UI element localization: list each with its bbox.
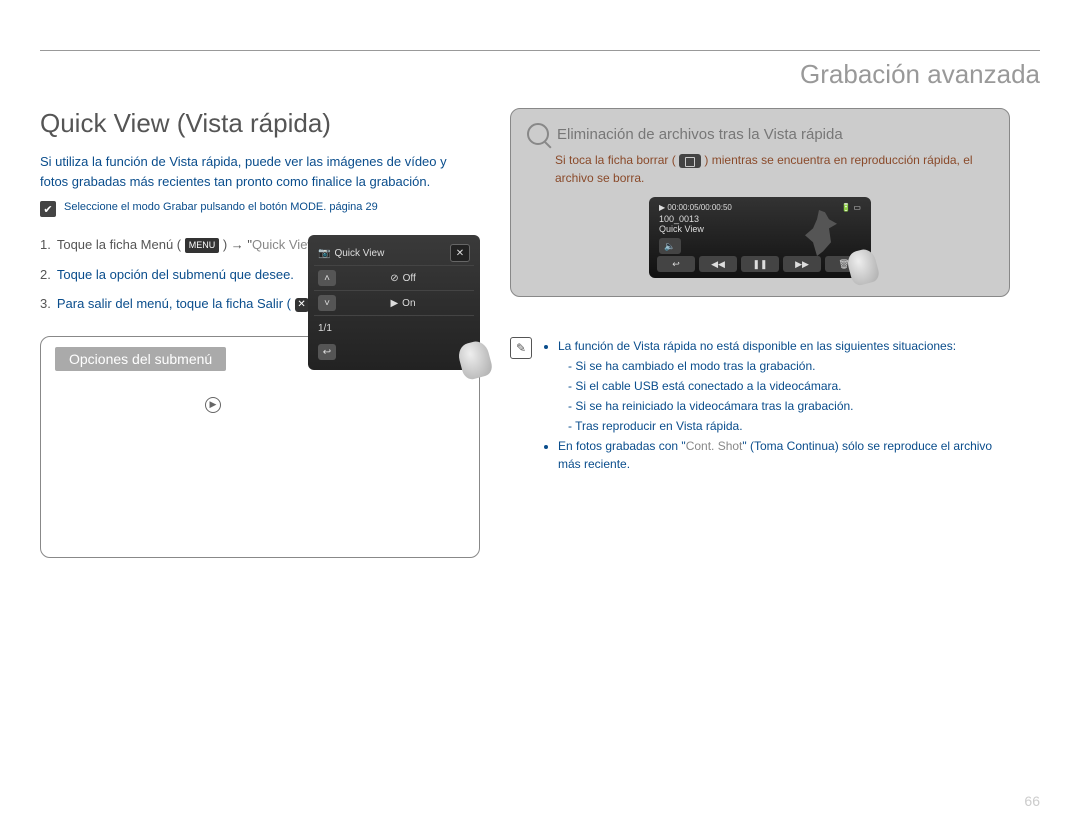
down-arrow-icon: ˅	[318, 295, 336, 311]
note-sub: Si se ha cambiado el modo tras la grabac…	[568, 357, 1010, 375]
page-title: Quick View (Vista rápida)	[40, 108, 470, 139]
header-rule: Grabación avanzada	[40, 50, 1040, 90]
mode-note: ✔ Seleccione el modo Grabar pulsando el …	[40, 201, 470, 217]
rewind-icon: ◀◀	[699, 256, 737, 272]
submenu-options-title: Opciones del submenú	[55, 347, 226, 371]
lcd-on-label: On	[402, 298, 415, 309]
info-box-body: Si toca la ficha borrar ( ) mientras se …	[555, 151, 993, 187]
lcd-menu-screenshot: 📷 Quick View ✕ ˄ ⊘ Off ˅ ▶ On 1/1	[308, 235, 480, 370]
lcd-time: 00:00:05/00:00:50	[667, 203, 732, 212]
lcd-back-icon: ↩	[318, 344, 336, 360]
camera-icon: 📷	[318, 248, 330, 259]
off-icon: ⊘	[390, 273, 398, 284]
mode-note-text: Seleccione el modo Grabar pulsando el bo…	[64, 201, 378, 213]
delete-info-box: Eliminación de archivos tras la Vista rá…	[510, 108, 1010, 297]
hand-pointer-icon	[845, 247, 881, 287]
section-title: Grabación avanzada	[800, 59, 1040, 90]
intro-text: Si utiliza la función de Vista rápida, p…	[40, 152, 470, 191]
close-icon: ✕	[295, 298, 309, 312]
notes-block: ✎ La función de Vista rápida no está dis…	[510, 337, 1010, 475]
forward-icon: ▶▶	[783, 256, 821, 272]
step-number: 3.	[40, 294, 51, 314]
trash-icon	[679, 154, 701, 168]
lcd-label: Quick View	[659, 224, 704, 234]
lcd-playback-screenshot: ▶ 00:00:05/00:00:50 🔋 ▭ 100_0013 Quick V…	[649, 197, 871, 278]
play-circle-icon: ▶	[205, 397, 221, 413]
step-number: 1.	[40, 235, 51, 255]
lcd-folder: 100_0013	[659, 214, 704, 224]
battery-icon: 🔋 ▭	[841, 203, 861, 212]
step-number: 2.	[40, 265, 51, 285]
info-box-title: Eliminación de archivos tras la Vista rá…	[557, 126, 843, 143]
volume-icon: 🔈	[659, 238, 681, 254]
back-icon: ↩	[657, 256, 695, 272]
lcd-counter: 1/1	[318, 323, 332, 334]
lcd-off-label: Off	[403, 273, 416, 284]
note-icon: ✎	[510, 337, 532, 359]
lcd-close-icon: ✕	[450, 244, 470, 262]
note-sub: Tras reproducir en Vista rápida.	[568, 417, 1010, 435]
lcd-title: Quick View	[334, 248, 384, 259]
note-sub: Si el cable USB está conectado a la vide…	[568, 377, 1010, 395]
pause-icon: ❚❚	[741, 256, 779, 272]
note-line-1: La función de Vista rápida no está dispo…	[558, 337, 1010, 355]
up-arrow-icon: ˄	[318, 270, 336, 286]
silhouette-icon	[801, 210, 841, 256]
note-line-2: En fotos grabadas con "Cont. Shot" (Toma…	[558, 437, 1010, 473]
play-icon: ▶	[390, 298, 398, 309]
menu-tag-icon: MENU	[185, 238, 220, 254]
check-icon: ✔	[40, 201, 56, 217]
magnifier-icon	[527, 123, 549, 145]
page-number: 66	[1024, 793, 1040, 809]
note-sub: Si se ha reiniciado la videocámara tras …	[568, 397, 1010, 415]
